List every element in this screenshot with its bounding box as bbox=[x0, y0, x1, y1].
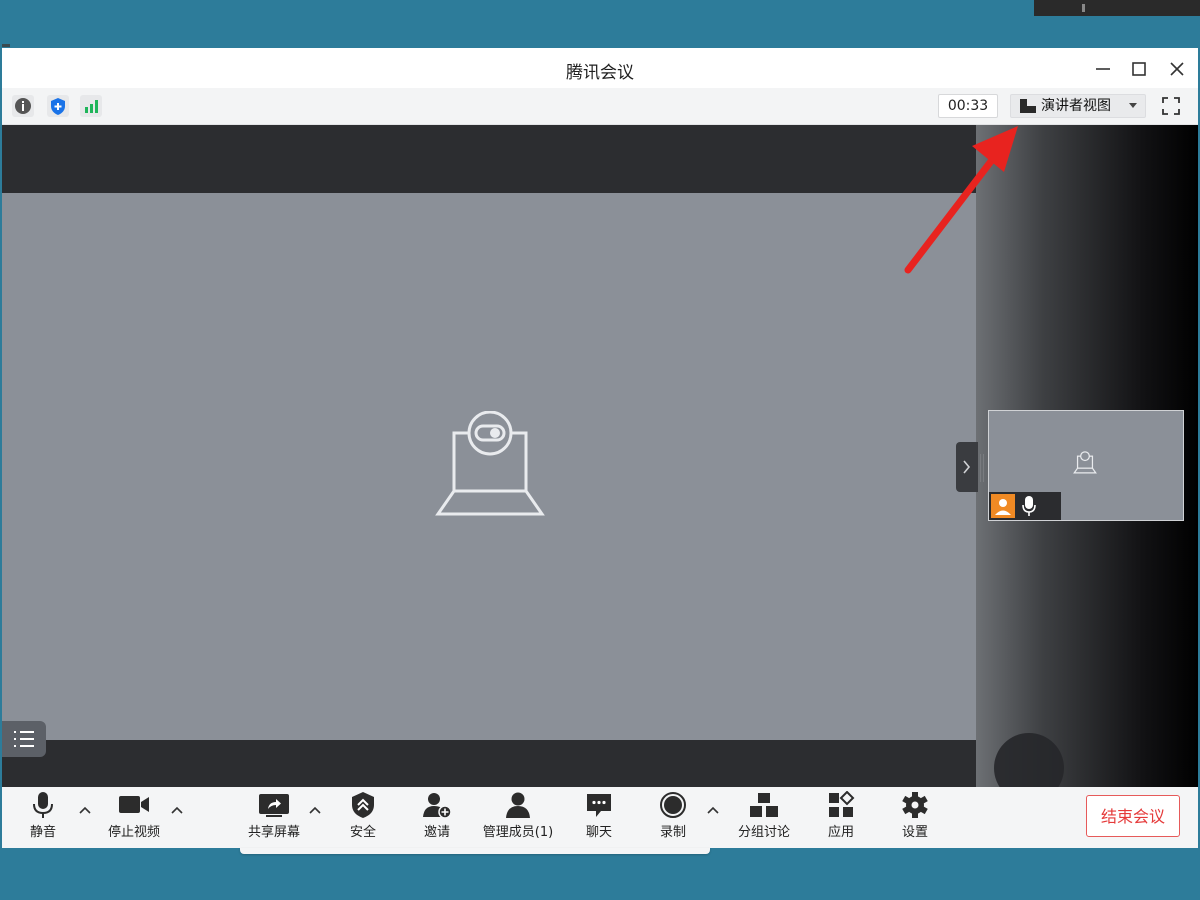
record-icon bbox=[660, 792, 686, 818]
participant-thumbnail[interactable] bbox=[988, 410, 1184, 521]
maximize-icon[interactable] bbox=[1128, 58, 1150, 80]
breakout-rooms-button[interactable]: 分组讨论 bbox=[734, 791, 794, 845]
chat-bubble-icon bbox=[587, 794, 611, 817]
security-shield-icon bbox=[352, 792, 374, 818]
chat-label: 聊天 bbox=[585, 825, 612, 840]
meeting-controls-bar: 静音 停止视频 共享屏幕 安全 邀请 管理成员(1) 聊天 录制 分组讨论 应用… bbox=[2, 787, 1198, 848]
avatar-icon bbox=[991, 494, 1015, 518]
record-button[interactable]: 录制 bbox=[652, 791, 694, 845]
chevron-right-icon bbox=[963, 460, 971, 474]
record-options-caret-icon[interactable] bbox=[706, 805, 720, 815]
security-button[interactable]: 安全 bbox=[342, 791, 384, 845]
manage-members-button[interactable]: 管理成员(1) bbox=[478, 791, 558, 845]
meeting-toolbar: 00:33 演讲者视图 bbox=[2, 88, 1198, 125]
main-video-stage bbox=[2, 125, 976, 787]
end-meeting-button[interactable]: 结束会议 bbox=[1086, 795, 1180, 837]
info-icon[interactable] bbox=[12, 95, 34, 117]
stop-video-label: 停止视频 bbox=[107, 825, 160, 840]
dropdown-caret-icon bbox=[1129, 103, 1137, 108]
toolbar-popup-edge bbox=[240, 848, 710, 854]
camera-off-icon bbox=[435, 411, 545, 516]
camera-off-small-icon bbox=[1073, 451, 1097, 474]
collapse-panel-button[interactable] bbox=[956, 442, 984, 492]
speaker-video-area bbox=[2, 193, 976, 757]
invite-label: 邀请 bbox=[423, 825, 450, 840]
minimize-icon[interactable] bbox=[1092, 58, 1114, 80]
title-bar: 腾讯会议 bbox=[2, 48, 1198, 88]
settings-button[interactable]: 设置 bbox=[894, 791, 936, 845]
window-title: 腾讯会议 bbox=[566, 63, 634, 83]
mic-icon bbox=[1022, 496, 1036, 516]
mute-button[interactable]: 静音 bbox=[22, 791, 64, 845]
breakout-label: 分组讨论 bbox=[737, 825, 790, 840]
list-icon bbox=[14, 731, 34, 747]
share-screen-button[interactable]: 共享屏幕 bbox=[244, 791, 304, 845]
invite-user-icon bbox=[423, 793, 452, 819]
share-screen-label: 共享屏幕 bbox=[247, 825, 300, 840]
shield-icon[interactable] bbox=[47, 95, 69, 117]
participant-badge bbox=[989, 492, 1061, 520]
video-camera-icon bbox=[119, 796, 149, 813]
settings-label: 设置 bbox=[901, 825, 928, 840]
signal-icon[interactable] bbox=[80, 95, 102, 117]
view-mode-dropdown[interactable]: 演讲者视图 bbox=[1010, 94, 1146, 118]
participant-list-toggle[interactable] bbox=[2, 721, 46, 757]
meeting-window: 腾讯会议 00:33 演讲者视图 静音 停止视频 共享屏幕 安全 邀请 管理成员… bbox=[2, 48, 1198, 848]
fullscreen-icon[interactable] bbox=[1160, 95, 1182, 117]
desktop-taskbar-corner bbox=[1034, 0, 1200, 16]
mute-options-caret-icon[interactable] bbox=[78, 805, 92, 815]
members-icon bbox=[506, 792, 530, 818]
chat-button[interactable]: 聊天 bbox=[578, 791, 620, 845]
microphone-icon bbox=[33, 792, 53, 818]
security-label: 安全 bbox=[349, 825, 376, 840]
speaker-view-icon bbox=[1020, 99, 1036, 113]
breakout-icon bbox=[750, 793, 778, 817]
share-options-caret-icon[interactable] bbox=[308, 805, 322, 815]
close-icon[interactable] bbox=[1166, 58, 1188, 80]
meeting-timer: 00:33 bbox=[938, 94, 998, 118]
apps-button[interactable]: 应用 bbox=[820, 791, 862, 845]
stop-video-button[interactable]: 停止视频 bbox=[102, 791, 166, 845]
video-options-caret-icon[interactable] bbox=[170, 805, 184, 815]
gear-icon bbox=[902, 792, 928, 818]
mute-label: 静音 bbox=[29, 825, 56, 840]
manage-members-label: 管理成员(1) bbox=[482, 825, 554, 840]
desktop-mark bbox=[2, 44, 10, 47]
apps-label: 应用 bbox=[827, 825, 854, 840]
view-mode-label: 演讲者视图 bbox=[1041, 98, 1111, 114]
record-label: 录制 bbox=[659, 825, 686, 840]
apps-grid-icon bbox=[829, 791, 855, 817]
share-screen-icon bbox=[259, 794, 289, 817]
invite-button[interactable]: 邀请 bbox=[416, 791, 458, 845]
